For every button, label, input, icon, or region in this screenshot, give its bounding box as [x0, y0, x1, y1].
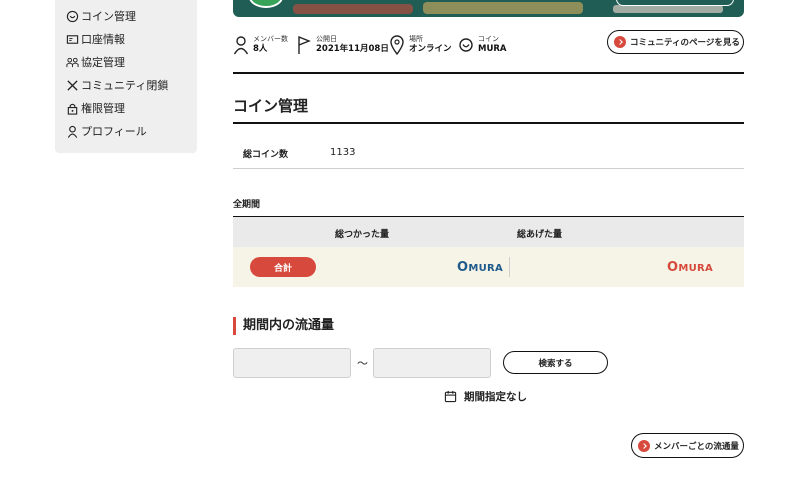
divider [233, 122, 744, 124]
place: 場所 オンライン [389, 34, 452, 55]
divider [233, 72, 744, 74]
community-avatar [249, 0, 283, 8]
location-pin-icon [389, 34, 405, 55]
sidebar-item-profile[interactable]: プロフィール [66, 122, 147, 140]
column-header-used: 総つかった量 [335, 230, 390, 240]
sum-badge: 合計 [250, 257, 316, 277]
sidebar-item-coin-management[interactable]: コイン管理 [66, 7, 136, 25]
sidebar-item-agreement[interactable]: 協定管理 [66, 53, 125, 71]
coin-logo-given: OMURA [667, 260, 714, 275]
sidebar-item-close-community[interactable]: コミュニティ閉鎖 [66, 76, 168, 94]
page-title: コイン管理 [233, 97, 309, 115]
person-icon [66, 125, 79, 138]
calendar-icon [444, 390, 457, 403]
sidebar-item-label: 口座情報 [81, 33, 125, 46]
person-icon [233, 35, 249, 55]
coin-logo-used: OMURA [457, 260, 504, 275]
banner-button[interactable] [616, 0, 734, 6]
end-date-input[interactable] [373, 348, 491, 378]
column-header-given: 総あげた量 [517, 230, 563, 240]
table-row: 合計 OMURA OMURA [233, 247, 744, 287]
sidebar-item-label: プロフィール [81, 125, 147, 138]
published-date: 公開日 2021年11月08日 [296, 34, 389, 55]
flag-icon [296, 35, 312, 55]
sidebar: コイン管理 口座情報 協定管理 コミュニティ閉鎖 権限管理 プロフィール [55, 0, 197, 153]
close-icon [66, 79, 79, 92]
arrow-right-icon [638, 439, 650, 452]
community-banner [233, 0, 744, 17]
total-coins-value: 1133 [330, 147, 356, 158]
arrow-right-icon [614, 36, 626, 48]
all-period-label: 全期間 [233, 200, 261, 210]
sidebar-item-label: コイン管理 [81, 10, 136, 23]
no-period-status: 期間指定なし [444, 389, 527, 404]
divider [233, 168, 744, 169]
account-card-icon [66, 33, 79, 46]
search-button[interactable]: 検索する [503, 351, 608, 374]
sidebar-item-label: 協定管理 [81, 56, 125, 69]
view-community-page-button[interactable]: コミュニティのページを見る [607, 30, 744, 54]
section-title: 期間内の流通量 [233, 317, 334, 335]
member-flow-button[interactable]: メンバーごとの流通量 [631, 433, 744, 458]
coin-icon [458, 35, 474, 55]
member-count: メンバー数 8人 [233, 34, 288, 55]
divider [509, 257, 510, 277]
lock-icon [66, 102, 79, 115]
sidebar-item-permissions[interactable]: 権限管理 [66, 99, 125, 117]
sidebar-item-label: 権限管理 [81, 102, 125, 115]
coin-icon [66, 10, 79, 23]
sidebar-item-label: コミュニティ閉鎖 [81, 79, 169, 92]
agreement-icon [66, 56, 79, 69]
range-separator: ～ [357, 357, 368, 370]
total-coins-label: 総コイン数 [243, 150, 289, 160]
sidebar-item-account-info[interactable]: 口座情報 [66, 30, 125, 48]
coin-name: コイン MURA [458, 34, 506, 55]
table-header: 総つかった量 総あげた量 [233, 216, 744, 247]
start-date-input[interactable] [233, 348, 351, 378]
